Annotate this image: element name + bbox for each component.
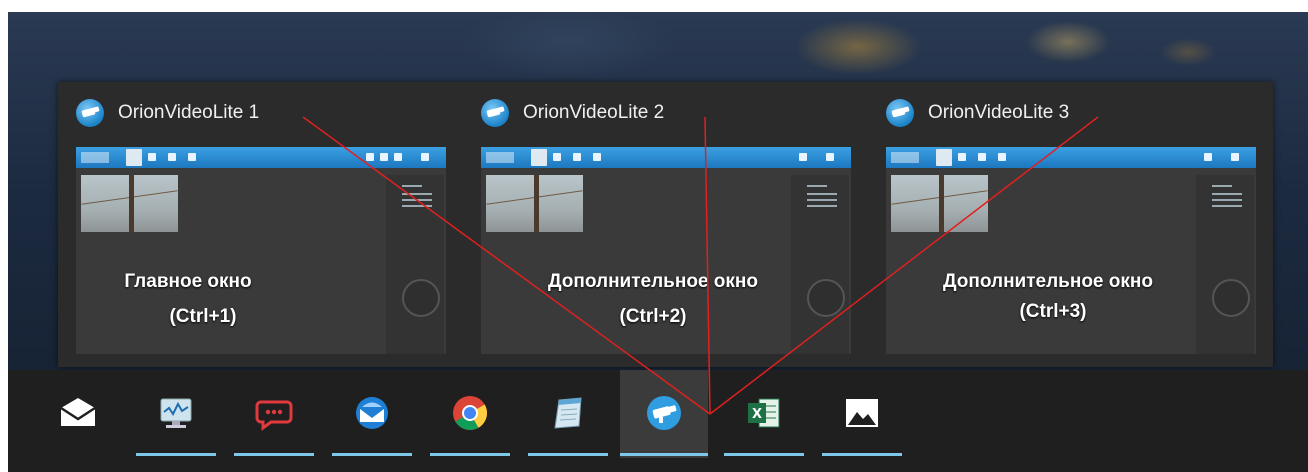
window-caption-line1: Дополнительное окно bbox=[548, 271, 758, 292]
svg-text:X: X bbox=[752, 407, 762, 422]
thumbnail-header: OrionVideoLite 2 bbox=[481, 98, 664, 128]
taskbar-thumbnail-preview: OrionVideoLite 1 Главное окно (Ctrl+1) O… bbox=[58, 82, 1273, 367]
running-indicator bbox=[724, 453, 804, 456]
chrome-browser-icon bbox=[453, 396, 487, 430]
camera-app-icon bbox=[76, 99, 104, 127]
window-caption-line2: (Ctrl+2) bbox=[619, 306, 687, 327]
notepad-icon bbox=[554, 397, 582, 429]
camera-app-icon bbox=[886, 99, 914, 127]
mail-client-icon bbox=[356, 397, 388, 429]
taskbar-item-orionvideolite[interactable] bbox=[620, 370, 708, 458]
camera-snapshot bbox=[486, 175, 583, 232]
window-caption-line2: (Ctrl+3) bbox=[1019, 301, 1087, 322]
thumbnail-header: OrionVideoLite 3 bbox=[886, 98, 1069, 128]
ptz-joystick-icon bbox=[402, 279, 440, 317]
thumbnail-title: OrionVideoLite 2 bbox=[523, 102, 665, 123]
desktop-background: OrionVideoLite 1 Главное окно (Ctrl+1) O… bbox=[8, 12, 1308, 472]
taskbar-item-photos[interactable] bbox=[822, 370, 902, 458]
thumbnail-title: OrionVideoLite 3 bbox=[928, 102, 1070, 123]
mini-side-panel bbox=[1196, 175, 1254, 354]
running-indicator bbox=[332, 453, 412, 456]
window-caption-line2: (Ctrl+1) bbox=[169, 306, 237, 327]
running-indicator bbox=[136, 453, 216, 456]
running-indicator bbox=[620, 453, 708, 456]
running-indicator bbox=[430, 453, 510, 456]
thumbnail-window-1[interactable]: OrionVideoLite 1 Главное окно (Ctrl+1) bbox=[58, 82, 446, 362]
taskbar-item-chat[interactable] bbox=[234, 370, 314, 458]
camera-app-icon bbox=[481, 99, 509, 127]
thumbnail-window-2[interactable]: OrionVideoLite 2 Дополнительное окно (Ct… bbox=[463, 82, 851, 362]
camera-snapshot bbox=[891, 175, 988, 232]
camera-snapshot bbox=[81, 175, 178, 232]
mini-toolbar bbox=[886, 147, 1256, 168]
mini-side-panel bbox=[386, 175, 444, 354]
running-indicator bbox=[528, 453, 608, 456]
photos-icon bbox=[846, 399, 878, 427]
window-caption-line1: Дополнительное окно bbox=[943, 271, 1153, 292]
system-monitor-icon bbox=[160, 398, 192, 428]
mini-toolbar bbox=[481, 147, 851, 168]
running-indicator bbox=[822, 453, 902, 456]
taskbar-item-mail-client[interactable] bbox=[332, 370, 412, 458]
taskbar-item-system-monitor[interactable] bbox=[136, 370, 216, 458]
chat-bubble-icon bbox=[255, 400, 293, 431]
taskbar-item-excel[interactable]: X bbox=[724, 370, 804, 458]
running-indicator bbox=[234, 453, 314, 456]
taskbar: X bbox=[8, 370, 1308, 472]
taskbar-item-mail[interactable] bbox=[38, 370, 118, 458]
window-caption-line1: Главное окно bbox=[124, 271, 252, 292]
mini-toolbar bbox=[76, 147, 446, 168]
taskbar-item-chrome[interactable] bbox=[430, 370, 510, 458]
thumbnail-header: OrionVideoLite 1 bbox=[76, 98, 259, 128]
thumbnail-title: OrionVideoLite 1 bbox=[118, 102, 260, 123]
thumbnail-window-3[interactable]: OrionVideoLite 3 Дополнительное окно (Ct… bbox=[868, 82, 1256, 362]
taskbar-item-notepad[interactable] bbox=[528, 370, 608, 458]
mail-envelope-icon bbox=[60, 398, 96, 426]
camera-app-icon bbox=[647, 396, 681, 430]
excel-icon: X bbox=[748, 398, 780, 428]
